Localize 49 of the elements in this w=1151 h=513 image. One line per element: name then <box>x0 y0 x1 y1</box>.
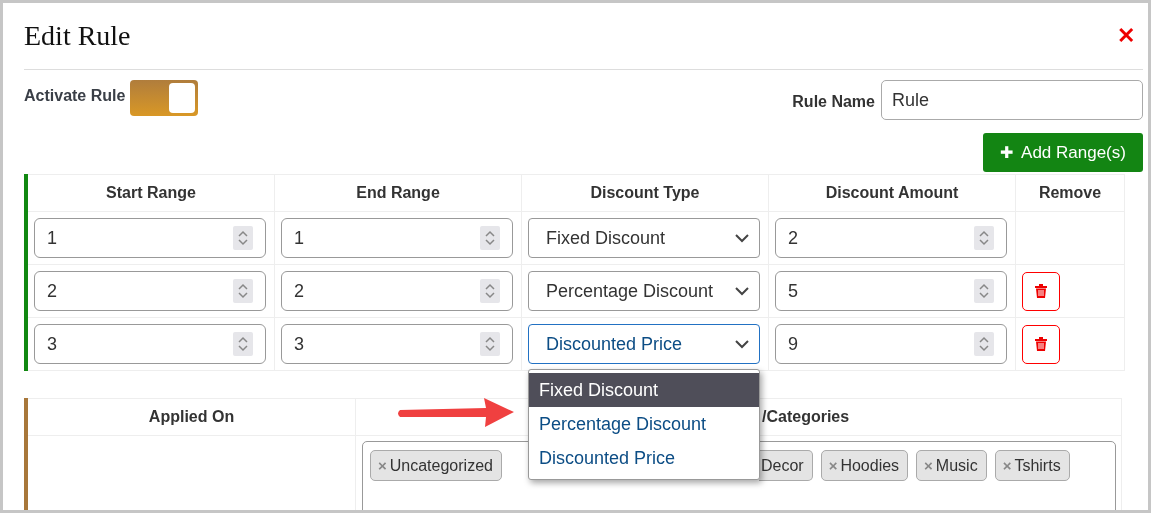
trash-icon <box>1035 337 1047 351</box>
dialog-title: Edit Rule <box>24 20 131 52</box>
spinner-icon <box>233 226 253 250</box>
spinner-icon <box>480 279 500 303</box>
column-header: End Range <box>274 174 522 212</box>
dropdown-option[interactable]: Fixed Discount <box>529 373 759 407</box>
dropdown-option[interactable]: Discounted Price <box>529 441 759 475</box>
number-field[interactable]: 1 <box>281 218 513 258</box>
spinner-icon <box>233 332 253 356</box>
number-field[interactable]: 9 <box>775 324 1007 364</box>
discount-type-select[interactable]: Fixed Discount <box>528 218 760 258</box>
number-field[interactable]: 5 <box>775 271 1007 311</box>
column-header: Applied On <box>26 398 356 436</box>
chevron-down-icon <box>735 233 749 243</box>
number-field[interactable]: 3 <box>34 324 266 364</box>
number-field[interactable]: 2 <box>281 271 513 311</box>
spinner-icon <box>974 279 994 303</box>
discount-type-select[interactable]: Discounted Price <box>528 324 760 364</box>
chevron-down-icon <box>735 339 749 349</box>
category-tag[interactable]: Decor <box>758 450 813 481</box>
chevron-down-icon <box>735 286 749 296</box>
column-header: Remove <box>1015 174 1125 212</box>
spinner-icon <box>480 332 500 356</box>
category-tag[interactable]: × Tshirts <box>994 450 1070 481</box>
spinner-icon <box>974 332 994 356</box>
category-tag[interactable]: × Hoodies <box>820 450 909 481</box>
rule-name-field[interactable]: Rule <box>881 80 1143 120</box>
spinner-icon <box>233 279 253 303</box>
toggle-switch[interactable] <box>130 80 199 116</box>
add-range-button[interactable]: ✚ Add Range(s) <box>983 133 1143 172</box>
column-header: Discount Amount <box>768 174 1016 212</box>
spinner-icon <box>974 226 994 250</box>
discount-type-select[interactable]: Percentage Discount <box>528 271 760 311</box>
number-field[interactable]: 2 <box>775 218 1007 258</box>
number-field[interactable]: 2 <box>34 271 266 311</box>
plus-icon: ✚ <box>1000 143 1014 162</box>
activate-label: Activate Rule <box>24 87 126 105</box>
category-tag[interactable]: × Uncategorized <box>370 450 502 481</box>
rule-name-label: Rule Name <box>792 93 875 111</box>
close-button[interactable]: ✕ <box>1109 23 1143 49</box>
number-field[interactable]: 3 <box>281 324 513 364</box>
column-header: Discount Type <box>521 174 769 212</box>
category-tag[interactable]: × Music <box>916 450 987 481</box>
delete-button[interactable] <box>1022 324 1060 364</box>
delete-button[interactable] <box>1022 271 1060 311</box>
spinner-icon <box>480 226 500 250</box>
column-header: Start Range <box>26 174 275 212</box>
trash-icon <box>1035 284 1047 298</box>
number-field[interactable]: 1 <box>34 218 266 258</box>
